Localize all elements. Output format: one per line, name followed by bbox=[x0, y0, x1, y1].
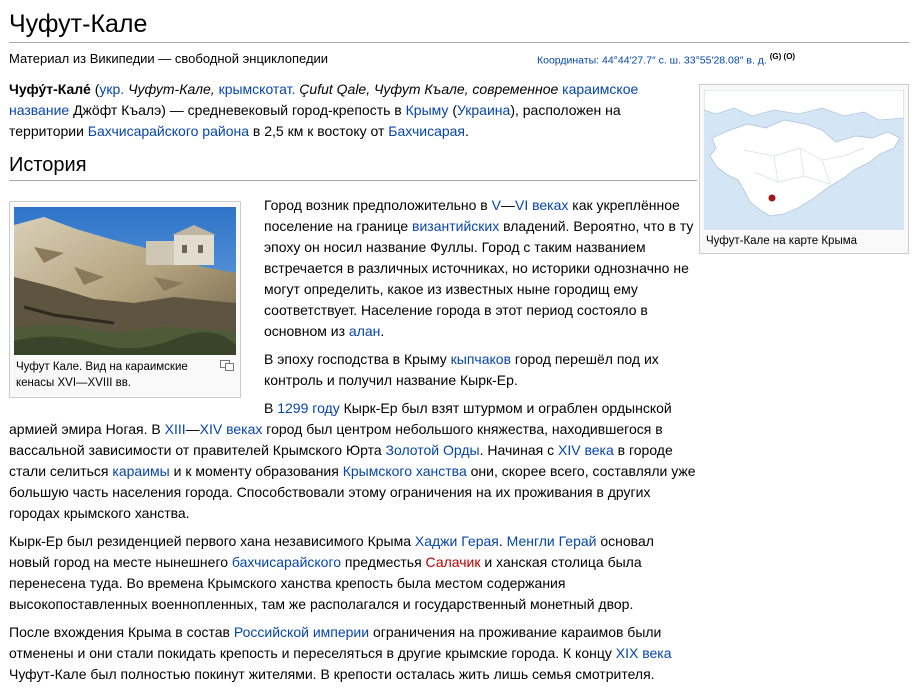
photo-caption: Чуфут Кале. Вид на караимские кенасы XVI… bbox=[16, 361, 188, 389]
section-heading-history: История bbox=[9, 152, 697, 181]
text: . bbox=[380, 323, 385, 339]
link-ukraine[interactable]: Украина bbox=[457, 102, 510, 118]
magnify-icon[interactable] bbox=[220, 360, 234, 371]
text: Джӧфт Къалэ) — средневековый город-крепо… bbox=[69, 102, 406, 118]
text: Кырк-Ер был резиденцией первого хана нез… bbox=[9, 533, 415, 549]
crimea-map[interactable] bbox=[704, 90, 904, 230]
link-mengli-giray[interactable]: Менгли Герай bbox=[507, 533, 597, 549]
link-crimea[interactable]: Крыму bbox=[406, 102, 449, 118]
link-alans[interactable]: алан bbox=[349, 323, 380, 339]
link-byzantine[interactable]: византийских bbox=[412, 218, 499, 234]
map-caption: Чуфут-Кале на карте Крыма bbox=[706, 235, 858, 247]
text: Çufut Qale, Чуфут Къале, современное bbox=[295, 81, 563, 97]
history-paragraph-2: В эпоху господства в Крыму кыпчаков горо… bbox=[264, 349, 694, 391]
text: ( bbox=[448, 102, 457, 118]
text: В bbox=[264, 400, 278, 416]
intro-paragraph: Чуфу́т-Кале́ ( укр. Чуфут-Кале, крымскота… bbox=[9, 79, 689, 142]
text: предместья bbox=[341, 554, 426, 570]
link-karaites[interactable]: караимы bbox=[112, 463, 169, 479]
link-13th-century[interactable]: XIII bbox=[165, 421, 186, 437]
link-ukr[interactable]: укр. bbox=[99, 81, 124, 97]
text: Чуфут-Кале, bbox=[124, 81, 219, 97]
link-russian-empire[interactable]: Российской империи bbox=[234, 624, 369, 640]
page-subtitle: Материал из Википедии — свободной энцикл… bbox=[9, 51, 329, 66]
link-crimean-khanate[interactable]: Крымского ханства bbox=[343, 463, 467, 479]
link-salachik[interactable]: Салачик bbox=[426, 554, 481, 570]
link-golden-horde[interactable]: Золотой Орды bbox=[386, 442, 480, 458]
link-kipchaks[interactable]: кыпчаков bbox=[451, 351, 511, 367]
link-bakhchisaray-adj[interactable]: бахчисарайского bbox=[232, 554, 341, 570]
link-haji-giray[interactable]: Хаджи Герая bbox=[415, 533, 499, 549]
history-paragraph-1: Город возник предположительно в V—VI век… bbox=[264, 195, 694, 342]
link-19th-century[interactable]: XIX века bbox=[616, 645, 672, 661]
link-1299[interactable]: 1299 году bbox=[277, 400, 339, 416]
text: — bbox=[185, 421, 200, 437]
coordinates-map-links[interactable]: (G) (O) bbox=[770, 52, 795, 61]
location-pin-icon bbox=[767, 193, 777, 203]
text: . bbox=[498, 533, 507, 549]
history-paragraph-4: Кырк-Ер был резиденцией первого хана нез… bbox=[9, 531, 697, 615]
text: . Начиная с bbox=[479, 442, 558, 458]
fortress-photo[interactable] bbox=[14, 207, 236, 355]
coordinates: Координаты: 44°44′27.7″ с. ш. 33°55′28.0… bbox=[537, 50, 795, 68]
link-crimtat[interactable]: крымскотат. bbox=[219, 81, 296, 97]
link-14th-century[interactable]: XIV веках bbox=[200, 421, 263, 437]
link-5th-century[interactable]: V bbox=[492, 197, 501, 213]
text: Город возник предположительно в bbox=[264, 197, 492, 213]
text: в 2,5 км к востоку от bbox=[249, 123, 389, 139]
link-district[interactable]: Бахчисарайского района bbox=[88, 123, 249, 139]
coordinates-value[interactable]: : 44°44′27.7″ с. ш. 33°55′28.08″ в. д. bbox=[596, 55, 767, 67]
link-bakhchisaray[interactable]: Бахчисарая bbox=[388, 123, 465, 139]
text: — bbox=[500, 197, 515, 213]
history-paragraph-5: После вхождения Крыма в состав Российско… bbox=[9, 622, 697, 685]
article-name: Чуфу́т-Кале́ bbox=[9, 81, 91, 97]
link-6th-century[interactable]: VI веках bbox=[515, 197, 568, 213]
coordinates-link[interactable]: Координаты bbox=[537, 55, 596, 67]
text: После вхождения Крыма в состав bbox=[9, 624, 234, 640]
map-thumbnail[interactable]: Чуфут-Кале на карте Крыма bbox=[699, 84, 909, 254]
photo-thumbnail[interactable]: Чуфут Кале. Вид на караимские кенасы XVI… bbox=[9, 201, 241, 398]
text: владений. Вероятно, что в ту эпоху он но… bbox=[264, 218, 694, 339]
text: и к моменту образования bbox=[169, 463, 343, 479]
text: В эпоху господства в Крыму bbox=[264, 351, 451, 367]
link-14th-century-2[interactable]: XIV века bbox=[558, 442, 614, 458]
page-title: Чуфут-Кале bbox=[9, 8, 909, 43]
text: . bbox=[465, 123, 469, 139]
history-paragraph-3: В 1299 году Кырк-Ер был взят штурмом и о… bbox=[9, 398, 697, 524]
text: Чуфут-Кале был полностью покинут жителям… bbox=[9, 666, 655, 682]
